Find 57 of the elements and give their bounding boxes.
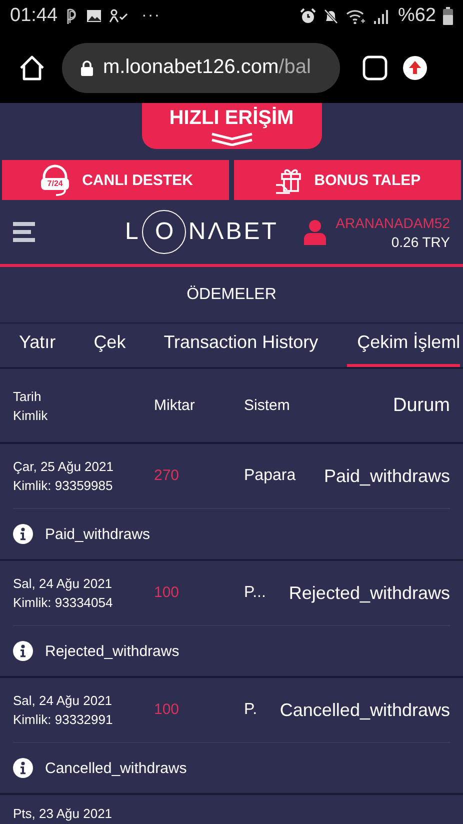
- alarm-icon: [300, 8, 316, 24]
- live-support-button[interactable]: 7/24 CANLI DESTEK: [2, 160, 229, 200]
- info-icon: [13, 758, 33, 778]
- info-icon: [13, 641, 33, 661]
- tab[interactable]: Çek: [74, 324, 145, 367]
- status-cell: Cancelled_withdraws: [280, 700, 450, 720]
- tab[interactable]: Transaction History: [144, 324, 338, 367]
- tab[interactable]: Yatır: [0, 324, 75, 367]
- status-note: Paid_withdraws: [45, 526, 150, 542]
- person-check-icon: [108, 9, 129, 23]
- date-cell-text: Çar, 25 Ağu 2021: [13, 459, 114, 474]
- column-header: Tarih: [13, 388, 42, 404]
- image-icon: [86, 9, 102, 23]
- system-cell: P...: [244, 584, 266, 601]
- id-cell-text: Kimlik: 93332991: [13, 712, 114, 727]
- amount-cell: 100: [154, 584, 180, 601]
- p-icon: [64, 7, 79, 25]
- status-note: Cancelled_withdraws: [45, 760, 187, 776]
- balance: 0.26 TRY: [391, 234, 450, 250]
- column-header: Miktar: [154, 397, 196, 414]
- date-cell-text: Sal, 24 Ağu 2021: [13, 693, 114, 708]
- menu-icon[interactable]: [13, 221, 35, 243]
- id-cell-text: Kimlik: 93359985: [13, 478, 114, 493]
- address-bar[interactable]: m.loonabet126.com/bal: [62, 42, 340, 92]
- battery-level: %62: [398, 5, 436, 27]
- lock-icon: [80, 60, 94, 76]
- status-cell: Paid_withdraws: [324, 466, 450, 486]
- mute-icon: [322, 8, 339, 24]
- system-cell: P.: [244, 701, 258, 718]
- amount-cell: 270: [154, 467, 180, 484]
- id-cell-text: Kimlik: 93334054: [13, 595, 114, 610]
- system-cell: Papara: [244, 467, 296, 484]
- more-indicator: ···: [142, 7, 161, 25]
- battery-icon: [443, 7, 453, 25]
- tab[interactable]: Çekim İşleml: [347, 324, 460, 367]
- status-cell: Rejected_withdraws: [288, 582, 450, 604]
- page-title: ÖDEMELER: [186, 286, 276, 304]
- upload-icon[interactable]: [402, 54, 428, 80]
- date-cell-text: Pts, 23 Ağu 2021: [13, 806, 114, 821]
- user-icon: [304, 219, 326, 245]
- quick-access-button[interactable]: HIZLI ERİŞİM: [142, 103, 322, 149]
- column-header: Kimlik: [13, 408, 49, 422]
- wifi-icon: [346, 8, 366, 24]
- column-header: Sistem: [244, 397, 290, 414]
- home-icon[interactable]: [18, 54, 46, 82]
- info-icon: [13, 524, 33, 544]
- brand-logo[interactable]: L O NΛBET: [125, 210, 278, 254]
- tabs-icon[interactable]: [362, 54, 388, 80]
- bonus-request-button[interactable]: BONUS TALEP: [234, 160, 461, 200]
- date-cell-text: Sal, 24 Ağu 2021: [13, 576, 114, 591]
- chevron-down-icon: [210, 132, 254, 146]
- status-note: Rejected_withdraws: [45, 642, 180, 660]
- amount-cell: 100: [154, 701, 180, 718]
- clock-time: 01:44: [10, 5, 58, 27]
- url-text: m.loonabet126.com/bal: [103, 56, 311, 79]
- signal-icon: [372, 8, 389, 24]
- column-header: Durum: [392, 394, 450, 416]
